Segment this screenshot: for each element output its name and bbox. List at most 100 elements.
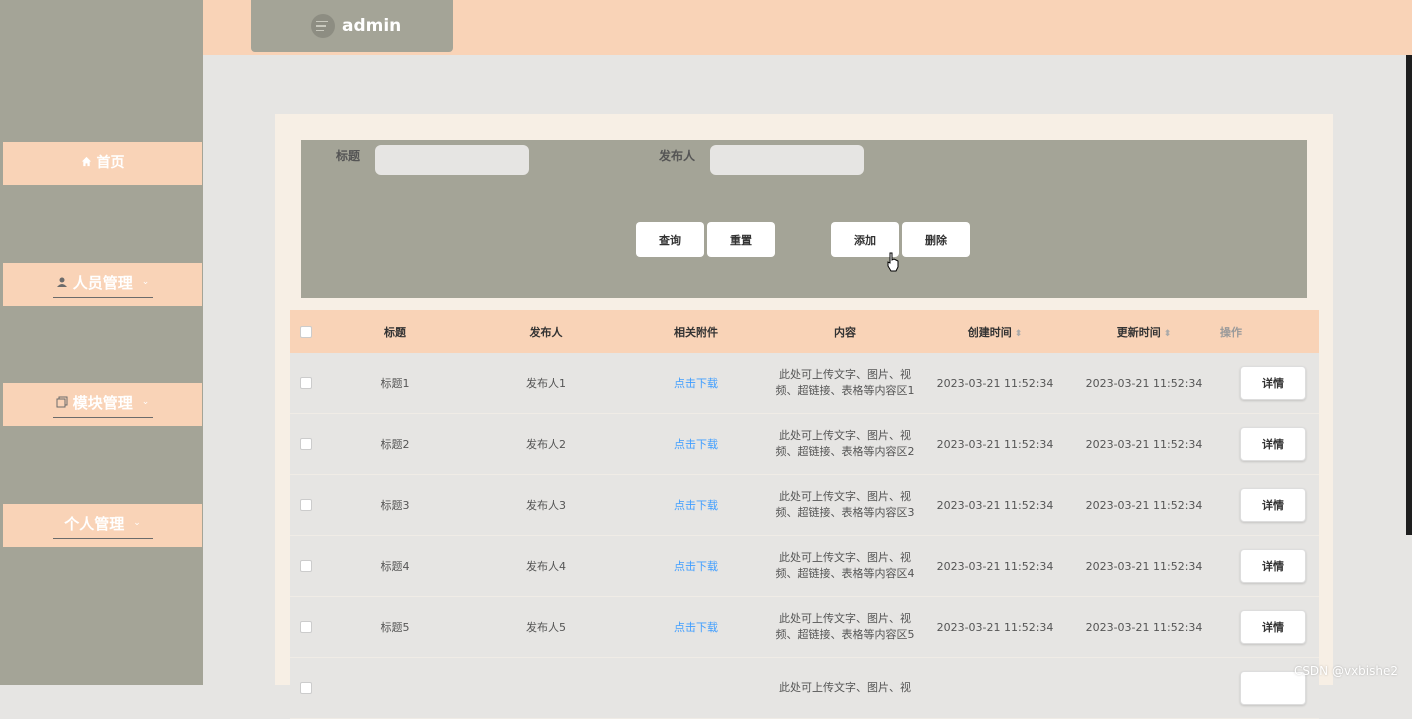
cell-updated: 2023-03-21 11:52:34: [1085, 437, 1203, 451]
chevron-down-icon: ⌄: [141, 277, 150, 287]
main-panel: 标题 发布人 查询 重置 添加 删除 标题 发布人 相关附件 内容 创建时间 ⬍ …: [275, 114, 1333, 719]
menu-lines-icon: [311, 14, 335, 38]
scrollbar[interactable]: [1406, 55, 1412, 535]
table-row: 标题4 发布人4 点击下载 此处可上传文字、图片、视 频、超链接、表格等内容区4 …: [290, 536, 1319, 597]
cell-title: 标题5: [380, 621, 410, 634]
content-line: 频、超链接、表格等内容区3: [775, 506, 915, 519]
row-select-cell: [290, 682, 320, 694]
cell-content: 此处可上传文字、图片、视: [770, 680, 920, 696]
row-checkbox[interactable]: [300, 560, 312, 572]
cell-attachment: 点击下载: [622, 558, 770, 574]
row-checkbox[interactable]: [300, 499, 312, 511]
cell-created: 2023-03-21 11:52:34: [936, 559, 1054, 573]
detail-button[interactable]: 详情: [1240, 488, 1306, 522]
cell-attachment: 点击下载: [622, 497, 770, 513]
row-select-cell: [290, 560, 320, 572]
cell-content: 此处可上传文字、图片、视 频、超链接、表格等内容区1: [770, 367, 920, 399]
select-all-checkbox[interactable]: [300, 325, 312, 338]
cell-content: 此处可上传文字、图片、视 频、超链接、表格等内容区3: [770, 489, 920, 521]
top-bar: admin: [203, 0, 1412, 55]
copy-icon: [56, 396, 68, 408]
cell-content: 此处可上传文字、图片、视 频、超链接、表格等内容区5: [770, 611, 920, 643]
brand: admin: [251, 0, 453, 52]
detail-button[interactable]: 详情: [1240, 427, 1306, 461]
publisher-input[interactable]: [710, 145, 864, 175]
download-link[interactable]: 点击下载: [674, 621, 718, 634]
content-line: 频、超链接、表格等内容区4: [775, 567, 915, 580]
cell-attachment: 点击下载: [622, 619, 770, 635]
cell-publisher: 发布人3: [526, 499, 566, 512]
detail-button[interactable]: 详情: [1240, 366, 1306, 400]
query-button[interactable]: 查询: [636, 222, 704, 257]
row-checkbox[interactable]: [300, 682, 312, 694]
sidebar-item-home[interactable]: 首页: [3, 142, 202, 185]
sidebar-item-personnel[interactable]: 人员管理 ⌄: [3, 263, 202, 306]
sidebar-item-personnel-inner: 人员管理 ⌄: [52, 272, 153, 298]
sidebar-item-label: 个人管理: [64, 514, 125, 533]
detail-button[interactable]: 详情: [1240, 610, 1306, 644]
cell-created: 2023-03-21 11:52:34: [936, 437, 1054, 451]
delete-button[interactable]: 删除: [902, 222, 970, 257]
table-body: 标题1 发布人1 点击下载 此处可上传文字、图片、视 频、超链接、表格等内容区1 …: [290, 353, 1319, 719]
sidebar-item-modules[interactable]: 模块管理 ⌄: [3, 383, 202, 426]
sort-icon[interactable]: ⬍: [1164, 329, 1172, 339]
cell-attachment: 点击下载: [622, 375, 770, 391]
content-line: 此处可上传文字、图片、视: [779, 551, 911, 564]
data-table: 标题 发布人 相关附件 内容 创建时间 ⬍ 更新时间 ⬍ 操作 标题1 发布人1 点…: [290, 310, 1319, 719]
cell-created: 2023-03-21 11:52:34: [936, 620, 1054, 634]
header-created[interactable]: 创建时间 ⬍: [920, 324, 1070, 340]
cell-title: 标题1: [380, 377, 410, 390]
content-line: 频、超链接、表格等内容区5: [775, 628, 915, 641]
cell-attachment: 点击下载: [622, 436, 770, 452]
table-row: 此处可上传文字、图片、视: [290, 658, 1319, 719]
header-title: 标题: [384, 325, 406, 339]
table-header: 标题 发布人 相关附件 内容 创建时间 ⬍ 更新时间 ⬍ 操作: [290, 310, 1319, 353]
cell-content: 此处可上传文字、图片、视 频、超链接、表格等内容区4: [770, 550, 920, 582]
row-checkbox[interactable]: [300, 621, 312, 633]
header-updated[interactable]: 更新时间 ⬍: [1070, 324, 1218, 340]
select-all-cell: [290, 325, 320, 338]
cell-actions: 详情: [1218, 610, 1318, 644]
download-link[interactable]: 点击下载: [674, 377, 718, 390]
header-actions: 操作: [1220, 325, 1242, 339]
row-checkbox[interactable]: [300, 377, 312, 389]
hand-cursor-icon: [887, 252, 899, 272]
cell-updated: 2023-03-21 11:52:34: [1085, 376, 1203, 390]
sidebar-item-label: 首页: [96, 154, 125, 171]
header-attachment: 相关附件: [674, 325, 718, 339]
search-panel: 标题 发布人 查询 重置 添加 删除: [301, 140, 1307, 298]
cell-actions: 详情: [1218, 366, 1318, 400]
cell-created: 2023-03-21 11:52:34: [936, 376, 1054, 390]
cell-publisher: 发布人4: [526, 560, 566, 573]
content-line: 此处可上传文字、图片、视: [779, 368, 911, 381]
cell-updated: 2023-03-21 11:52:34: [1085, 620, 1203, 634]
detail-button[interactable]: 详情: [1240, 549, 1306, 583]
download-link[interactable]: 点击下载: [674, 560, 718, 573]
download-link[interactable]: 点击下载: [674, 499, 718, 512]
cell-title: 标题3: [380, 499, 410, 512]
cell-publisher: 发布人5: [526, 621, 566, 634]
sidebar-item-personal[interactable]: 个人管理 ⌄: [3, 504, 202, 547]
sidebar-item-personal-inner: 个人管理 ⌄: [52, 513, 153, 539]
content-line: 此处可上传文字、图片、视: [779, 490, 911, 503]
user-icon: [56, 277, 67, 287]
download-link[interactable]: 点击下载: [674, 438, 718, 451]
cell-actions: 详情: [1218, 427, 1318, 461]
content-line: 此处可上传文字、图片、视: [779, 681, 911, 694]
sidebar-item-label: 人员管理: [72, 273, 133, 292]
sort-icon[interactable]: ⬍: [1015, 329, 1023, 339]
home-icon: [81, 156, 91, 167]
chevron-down-icon: ⌄: [133, 518, 141, 528]
chevron-down-icon: ⌄: [141, 397, 150, 407]
sidebar-item-modules-inner: 模块管理 ⌄: [52, 392, 153, 418]
table-row: 标题1 发布人1 点击下载 此处可上传文字、图片、视 频、超链接、表格等内容区1 …: [290, 353, 1319, 414]
cell-content: 此处可上传文字、图片、视 频、超链接、表格等内容区2: [770, 428, 920, 460]
reset-button[interactable]: 重置: [707, 222, 775, 257]
title-input[interactable]: [375, 145, 529, 175]
content-line: 频、超链接、表格等内容区2: [775, 445, 915, 458]
row-checkbox[interactable]: [300, 438, 312, 450]
sidebar: 首页 人员管理 ⌄ 模块管理 ⌄ 个人管理 ⌄: [0, 0, 203, 685]
title-label: 标题: [336, 149, 361, 163]
publisher-label: 发布人: [659, 149, 696, 163]
cell-created: 2023-03-21 11:52:34: [936, 498, 1054, 512]
